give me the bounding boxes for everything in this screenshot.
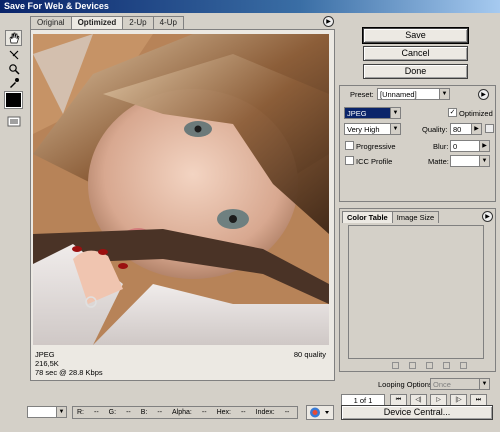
chevron-down-icon: ▼ [479,156,489,166]
eyedropper-color-swatch[interactable] [4,91,23,109]
progressive-label: Progressive [356,142,396,151]
g-label: G: [108,409,117,416]
save-button[interactable]: Save [362,27,469,44]
preview-in-browser-button[interactable] [306,405,334,420]
quality-value: 80 [453,125,462,134]
trash-icon[interactable] [460,362,467,369]
preview-size: 216,5K [35,359,59,368]
color-table-actions [392,362,467,369]
chevron-down-icon: ▼ [390,108,400,118]
color-table-grid[interactable] [348,225,484,359]
looping-label: Looping Options: [378,380,435,389]
chevron-right-icon: ▶ [471,124,481,134]
tab-color-table[interactable]: Color Table [342,211,393,223]
chevron-down-icon: ▼ [439,89,449,99]
g-value: -- [126,409,131,416]
preset-select[interactable]: [Unnamed] ▼ [377,88,450,100]
format-select[interactable]: JPEG ▼ [344,107,401,119]
tab-optimized[interactable]: Optimized [70,16,124,29]
preview-pane: JPEG 216,5K 78 sec @ 28.8 Kbps 80 qualit… [30,29,335,381]
tab-4up[interactable]: 4-Up [152,16,184,29]
tab-original[interactable]: Original [30,16,72,29]
web-shift-icon[interactable] [409,362,416,369]
blur-input[interactable]: 0 ▶ [450,140,490,152]
chevron-down-icon: ▼ [390,124,400,134]
matte-select[interactable]: ▼ [450,155,490,167]
device-central-button[interactable]: Device Central... [341,405,493,420]
format-value: JPEG [347,109,367,118]
quality-input[interactable]: 80 ▶ [450,123,482,135]
color-table-menu-icon[interactable]: ▶ [482,211,493,222]
hex-value: -- [240,409,246,416]
preset-value: [Unnamed] [380,90,417,99]
quality-level-select[interactable]: Very High ▼ [344,123,401,135]
quality-label: Quality: [422,125,448,134]
chevron-right-icon: ▶ [479,141,489,151]
preset-label: Preset: [350,90,374,99]
tab-image-size[interactable]: Image Size [391,211,440,223]
quality-level-value: Very High [347,125,380,134]
r-value: -- [94,409,99,416]
blur-value: 0 [453,142,458,151]
tab-2up[interactable]: 2-Up [122,16,154,29]
looping-value: Once [433,380,451,389]
b-label: B: [140,409,148,416]
chevron-down-icon: ▼ [479,379,489,389]
alpha-label: Alpha: [172,409,192,416]
optimized-checkbox[interactable]: ✓ [448,108,457,117]
lock-color-icon[interactable] [426,362,433,369]
map-color-icon[interactable] [392,362,399,369]
slice-visibility-icon[interactable] [5,114,22,128]
optimize-settings-panel: Preset: [Unnamed] ▼ ▶ JPEG ▼ ✓ Optimized… [339,85,496,202]
window-title: Save For Web & Devices [0,0,500,13]
alpha-value: -- [201,409,207,416]
zoom-select[interactable]: ▼ [27,406,67,418]
blur-label: Blur: [433,142,449,151]
preview-format: JPEG [35,350,55,359]
r-label: R: [77,409,84,416]
b-value: -- [157,409,163,416]
preview-info: JPEG 216,5K 78 sec @ 28.8 Kbps [35,350,103,377]
chevron-down-icon: ▼ [56,407,66,417]
color-table-tabs: Color Table Image Size [342,211,440,223]
done-button[interactable]: Done [363,64,468,79]
looping-select[interactable]: Once ▼ [430,378,490,390]
preview-menu-icon[interactable]: ▶ [323,16,334,27]
cancel-button[interactable]: Cancel [363,46,468,61]
preview-quality: 80 quality [293,350,326,359]
index-label: Index: [255,409,275,416]
matte-label: Matte: [428,157,449,166]
hand-tool-icon[interactable] [5,30,22,46]
color-table-panel: Color Table Image Size ▶ [339,208,496,372]
icc-profile-checkbox[interactable] [345,156,354,165]
icc-profile-label: ICC Profile [356,157,393,166]
index-value: -- [284,409,290,416]
eyedropper-icon[interactable] [5,75,22,91]
preview-download: 78 sec @ 28.8 Kbps [35,368,103,377]
color-info-bar: R: -- G: -- B: -- Alpha: -- Hex: -- Index: -- [72,406,298,419]
progressive-checkbox[interactable] [345,141,354,150]
hex-label: Hex: [216,409,231,416]
view-tabs: Original Optimized 2-Up 4-Up [30,16,184,29]
settings-menu-icon[interactable]: ▶ [478,89,489,100]
quality-mask-icon[interactable] [485,124,494,133]
optimized-label: Optimized [459,109,493,118]
new-color-icon[interactable] [443,362,450,369]
preview-image[interactable] [33,34,329,345]
